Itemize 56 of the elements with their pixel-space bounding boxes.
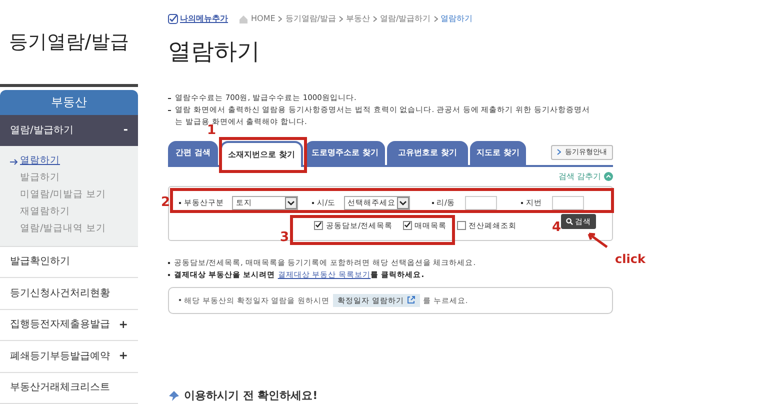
toggle-icon[interactable]: - <box>123 122 128 139</box>
menu-label: 폐쇄등기부등발급예약 <box>10 350 110 364</box>
home-icon <box>239 14 248 24</box>
checkbox[interactable] <box>402 220 412 230</box>
menu-item[interactable]: 부동산거래체크리스트 <box>0 372 138 404</box>
toggle-icon[interactable]: + <box>118 348 128 365</box>
menu-label: 부동산거래체크리스트 <box>10 381 110 396</box>
tab[interactable]: 도로명주소로 찾기 <box>305 140 385 164</box>
arrow-icon <box>10 158 18 165</box>
pointer-arrow <box>586 232 608 248</box>
menu-label: 집행등전자제출용발급 <box>10 318 110 332</box>
breadcrumb-link[interactable]: 부동산 <box>346 13 370 25</box>
input-field[interactable] <box>552 196 584 210</box>
step-number: 1 <box>207 123 216 140</box>
pin-icon <box>168 390 180 402</box>
external-link-icon <box>406 296 415 304</box>
step-number: 2 <box>161 194 170 212</box>
chevron-icon <box>557 149 561 155</box>
chevron-icon <box>434 16 438 22</box>
menu-label: 등기신청사건처리현황 <box>10 286 110 301</box>
section-heading: 이용하시기 전 확인하세요! <box>184 388 318 404</box>
page-title: 열람하기 <box>168 38 261 67</box>
submenu-item[interactable]: 열람하기 <box>20 154 60 169</box>
input-field[interactable] <box>465 196 498 210</box>
breadcrumb-link[interactable]: 열람/발급하기 <box>380 13 431 25</box>
chevron-icon <box>278 16 282 22</box>
step-number: 4 <box>552 219 562 237</box>
tab[interactable]: 고유번호로 찾기 <box>387 140 468 164</box>
chevron-icon <box>372 16 377 22</box>
section-header: 부동산 <box>0 90 138 116</box>
menu-item[interactable]: 발급확인하기 <box>0 246 138 278</box>
step-number: 3 <box>280 229 290 247</box>
tab[interactable]: 간편 검색 <box>168 140 218 164</box>
search-icon <box>566 218 573 225</box>
menu-label: 발급확인하기 <box>10 255 70 270</box>
tab[interactable]: 소재지번으로 찾기 <box>220 140 303 166</box>
breadcrumb-link[interactable]: 등기열람/발급 <box>285 13 336 25</box>
breadcrumb-link[interactable]: 열람하기 <box>440 13 473 25</box>
sidebar-title: 등기열람/발급 <box>0 0 138 87</box>
tab[interactable]: 지도로 찾기 <box>470 140 526 164</box>
checkbox[interactable] <box>456 220 466 230</box>
my-menu-link[interactable]: 나의메뉴추가 <box>168 13 228 25</box>
breadcrumb-link[interactable]: HOME <box>251 13 276 25</box>
dropdown-icon <box>396 196 409 208</box>
menu-item[interactable]: 집행등전자제출용발급 + <box>0 310 138 342</box>
menu-item[interactable]: 폐쇄등기부등발급예약 + <box>0 341 138 373</box>
checkmark-icon <box>168 14 178 24</box>
collapse-icon[interactable] <box>604 172 613 181</box>
checkbox[interactable] <box>314 220 323 230</box>
menu-item[interactable]: 열람/발급하기 - <box>0 115 138 146</box>
toggle-icon[interactable]: + <box>118 316 128 334</box>
menu-label: 열람/발급하기 <box>10 124 74 138</box>
dropdown-icon <box>285 196 297 208</box>
chevron-icon <box>338 16 343 22</box>
annotation-label: click <box>615 251 646 268</box>
menu-item[interactable]: 등기신청사건처리현황 <box>0 278 138 310</box>
